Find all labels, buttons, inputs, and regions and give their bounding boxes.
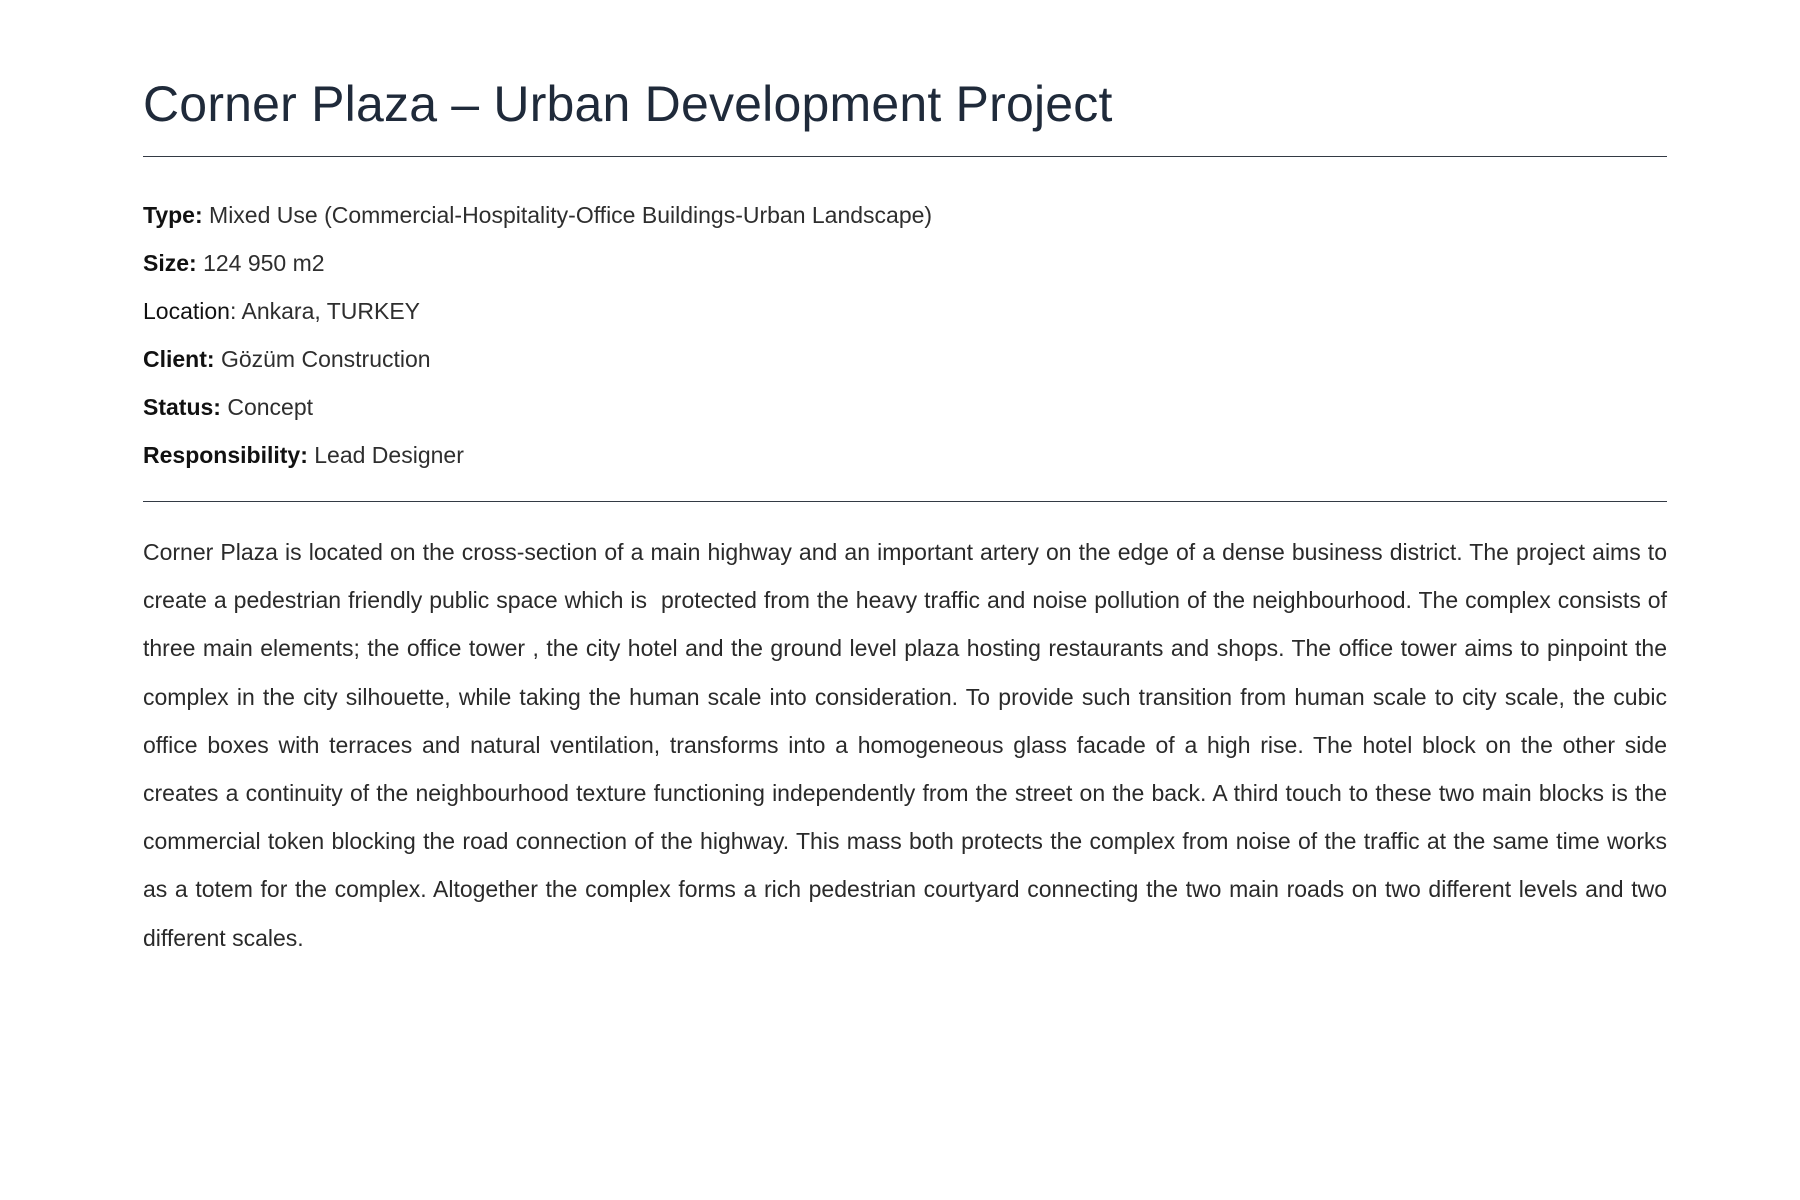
detail-value: Gözüm Construction [214, 346, 431, 372]
detail-label: Type: [143, 202, 203, 228]
project-details: Type: Mixed Use (Commercial-Hospitality-… [143, 191, 1667, 479]
project-description: Corner Plaza is located on the cross-sec… [143, 539, 1674, 951]
detail-type: Type: Mixed Use (Commercial-Hospitality-… [143, 191, 1667, 239]
detail-value: Mixed Use (Commercial-Hospitality-Office… [202, 202, 933, 228]
detail-value: Lead Designer [307, 442, 464, 468]
detail-client: Client: Gözüm Construction [143, 335, 1667, 383]
detail-label: Size: [143, 250, 197, 276]
page-title: Corner Plaza – Urban Development Project [143, 76, 1113, 132]
detail-responsibility: Responsibility: Lead Designer [143, 431, 1667, 479]
detail-value: : Ankara, TURKEY [229, 298, 421, 324]
detail-value: Concept [220, 394, 314, 420]
detail-status: Status: Concept [143, 383, 1667, 431]
detail-location: Location: Ankara, TURKEY [143, 287, 1667, 335]
detail-value: 124 950 m2 [196, 250, 325, 276]
detail-label: Location [143, 298, 230, 324]
project-page: Corner Plaza – Urban Development Project… [143, 70, 1667, 962]
detail-label: Status: [143, 394, 221, 420]
title-divider [143, 156, 1667, 157]
detail-label: Client: [143, 346, 215, 372]
detail-label: Responsibility: [143, 442, 308, 468]
details-divider [143, 501, 1667, 502]
detail-size: Size: 124 950 m2 [143, 239, 1667, 287]
